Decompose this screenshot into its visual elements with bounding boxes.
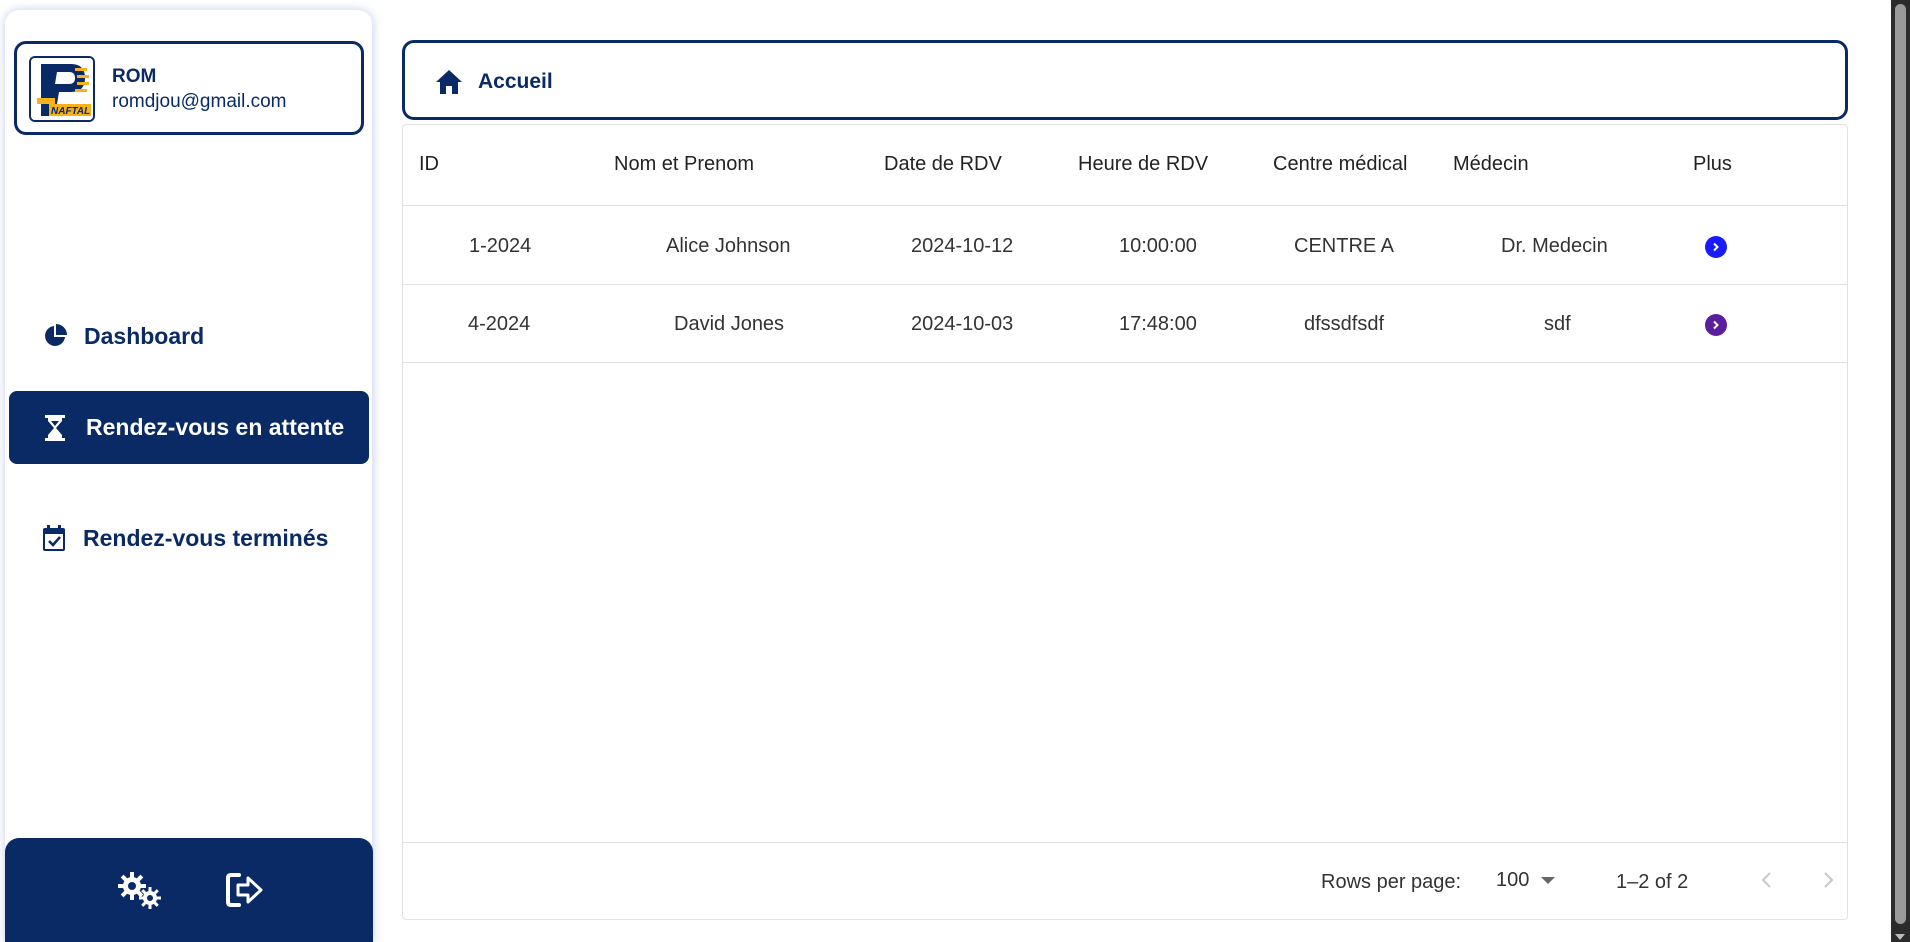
- rows-per-page-select[interactable]: 100: [1496, 869, 1556, 892]
- next-page-button[interactable]: [1813, 865, 1843, 895]
- user-email: romdjou@gmail.com: [112, 91, 287, 112]
- scroll-down-arrow-icon[interactable]: [1895, 934, 1905, 940]
- sidebar-bottom-bar: [5, 838, 373, 942]
- column-header-time[interactable]: Heure de RDV: [1078, 153, 1208, 176]
- gears-icon: [116, 870, 164, 915]
- cell-center: CENTRE A: [1294, 235, 1395, 257]
- appointments-table: ID Nom et Prenom Date de RDV Heure de RD…: [402, 124, 1848, 920]
- cell-id: 1-2024: [469, 235, 532, 257]
- scrollbar-thumb[interactable]: [1895, 4, 1906, 924]
- nav-dashboard-label: Dashboard: [84, 322, 205, 349]
- cell-name: David Jones: [674, 313, 785, 335]
- chevron-right-icon: [1824, 872, 1834, 888]
- cell-id: 4-2024: [468, 313, 531, 335]
- nav-pending-appointments[interactable]: Rendez-vous en attente: [9, 391, 369, 464]
- user-profile-card: NAFTAL ROM romdjou@gmail.com: [14, 41, 364, 135]
- home-icon[interactable]: [434, 68, 464, 96]
- caret-down-icon: [1541, 877, 1556, 884]
- column-header-name[interactable]: Nom et Prenom: [614, 153, 754, 176]
- page-header: Accueil: [402, 40, 1848, 120]
- logout-button[interactable]: [220, 870, 270, 914]
- page-scrollbar[interactable]: [1891, 0, 1910, 942]
- cell-time: 10:00:00: [1119, 235, 1197, 257]
- cell-date: 2024-10-03: [911, 313, 1014, 335]
- previous-page-button[interactable]: [1752, 865, 1782, 895]
- table-row[interactable]: 4-2024 David Jones 2024-10-03 17:48:00 d…: [403, 285, 1847, 363]
- logout-icon: [225, 872, 265, 913]
- cell-doctor: Dr. Medecin: [1501, 235, 1608, 257]
- more-details-button[interactable]: [1705, 236, 1727, 258]
- rows-per-page-label: Rows per page:: [1321, 871, 1462, 893]
- nav-completed-appointments[interactable]: Rendez-vous terminés: [41, 520, 328, 556]
- chevron-right-icon: [1713, 320, 1719, 330]
- column-header-doctor[interactable]: Médecin: [1453, 153, 1529, 176]
- sidebar: NAFTAL ROM romdjou@gmail.com Dashboard R…: [5, 10, 373, 942]
- table-pagination: Rows per page: 100 1–2 of 2: [403, 842, 1847, 920]
- chevron-left-icon: [1761, 872, 1771, 888]
- nav-dashboard[interactable]: Dashboard: [42, 318, 204, 354]
- calendar-check-icon: [41, 524, 67, 552]
- cell-date: 2024-10-12: [911, 235, 1014, 257]
- chevron-right-icon: [1713, 242, 1719, 252]
- cell-doctor: sdf: [1544, 313, 1571, 335]
- svg-text:NAFTAL: NAFTAL: [51, 106, 90, 117]
- rows-per-page-value: 100: [1496, 869, 1530, 891]
- settings-button[interactable]: [115, 870, 165, 914]
- column-header-more[interactable]: Plus: [1693, 153, 1732, 176]
- more-details-button[interactable]: [1705, 314, 1727, 336]
- column-header-date[interactable]: Date de RDV: [884, 153, 1002, 176]
- column-header-center[interactable]: Centre médical: [1273, 153, 1408, 176]
- pagination-range: 1–2 of 2: [1616, 871, 1689, 893]
- cell-time: 17:48:00: [1119, 313, 1197, 335]
- column-header-id[interactable]: ID: [419, 153, 439, 176]
- nav-pending-label: Rendez-vous en attente: [86, 414, 345, 440]
- page-title: Accueil: [478, 70, 553, 93]
- hourglass-icon: [42, 414, 68, 442]
- company-logo: NAFTAL: [29, 56, 95, 122]
- cell-center: dfssdfsdf: [1304, 313, 1385, 335]
- table-header: ID Nom et Prenom Date de RDV Heure de RD…: [403, 125, 1847, 206]
- user-name: ROM: [112, 66, 157, 87]
- pie-chart-icon: [42, 322, 68, 350]
- cell-name: Alice Johnson: [666, 235, 791, 257]
- table-row[interactable]: 1-2024 Alice Johnson 2024-10-12 10:00:00…: [403, 207, 1847, 285]
- nav-completed-label: Rendez-vous terminés: [83, 524, 329, 551]
